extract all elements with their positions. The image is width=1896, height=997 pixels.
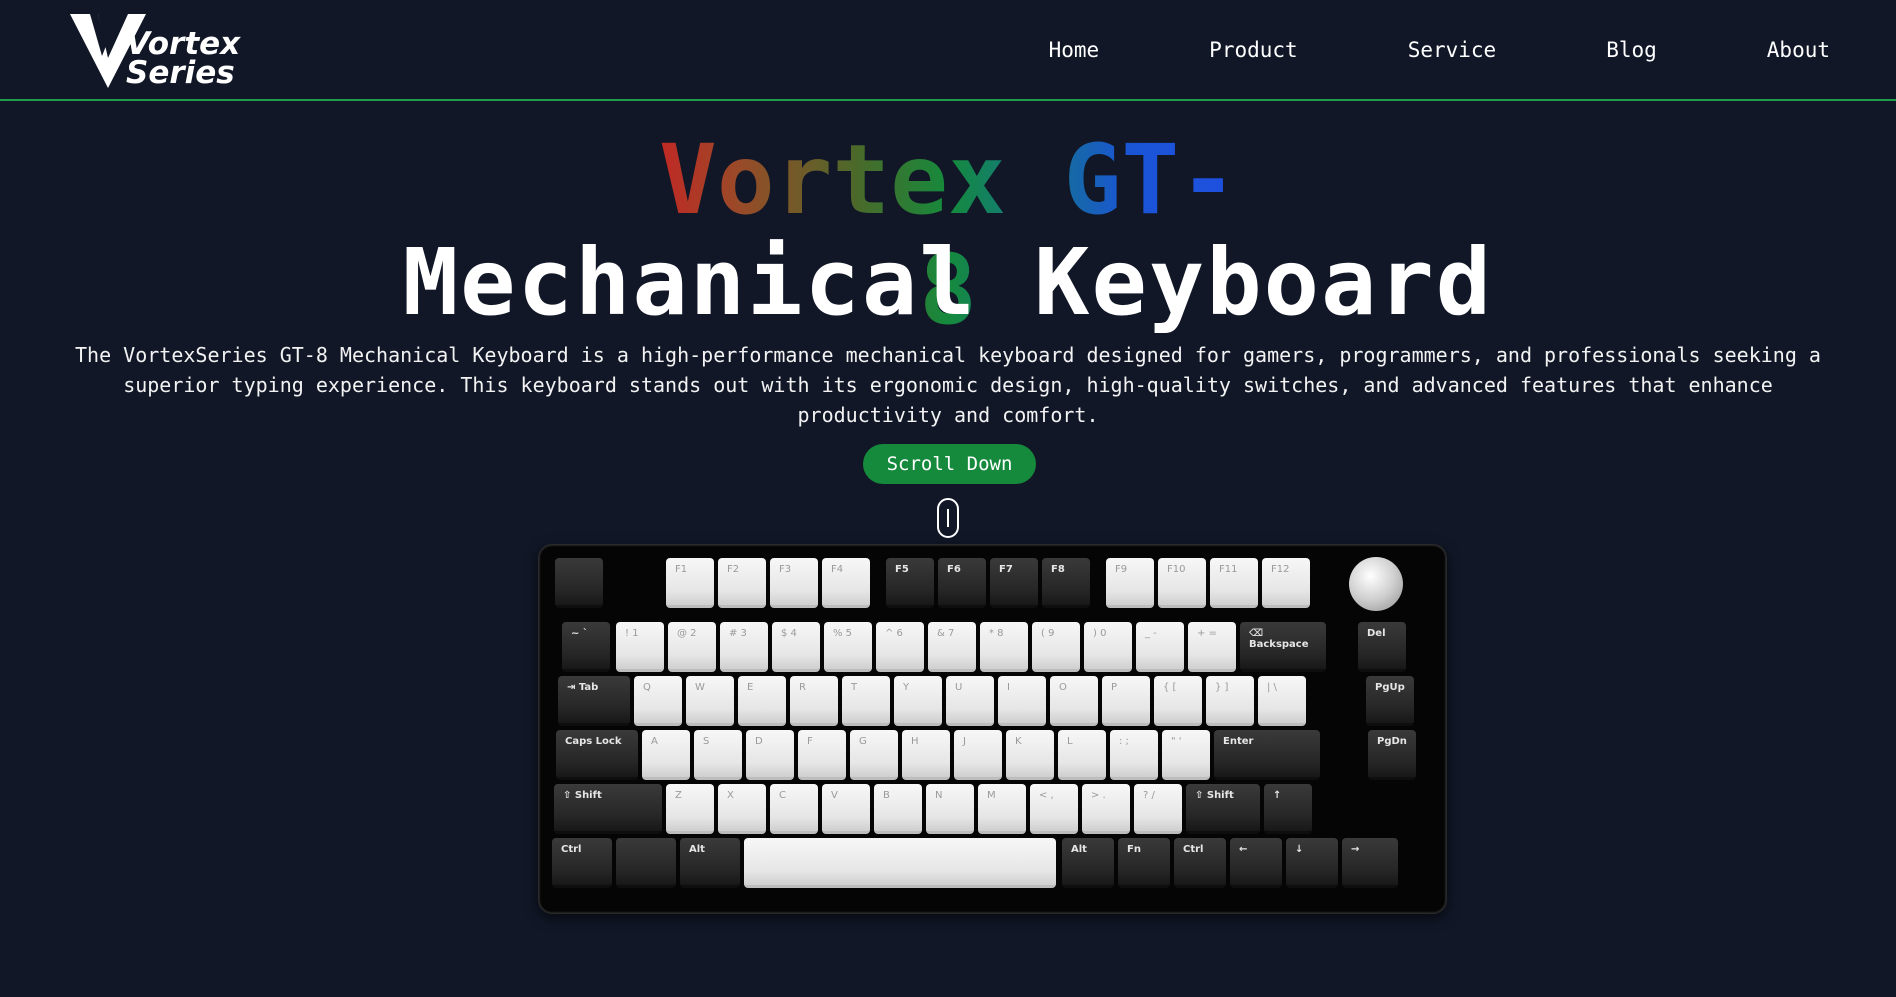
keycap-tab-row: O <box>1050 676 1098 726</box>
keycap-shift-row: < , <box>1030 784 1078 834</box>
keycap-esc-row: F8 <box>1042 558 1090 608</box>
main-nav: Home Product Service Blog About <box>939 38 1830 62</box>
keycap-bottom-row: ← <box>1230 838 1282 888</box>
scroll-down-button[interactable]: Scroll Down <box>863 444 1036 484</box>
keycap-tab-row: ⇥ Tab <box>558 676 630 726</box>
keycap-shift-row: ⇧ Shift <box>1186 784 1260 834</box>
keycap-tab-row: P <box>1102 676 1150 726</box>
keycap-esc-row: F3 <box>770 558 818 608</box>
keycap-tab-row: W <box>686 676 734 726</box>
keycap-shift-row: ⇧ Shift <box>554 784 662 834</box>
keycap-num-row: ! 1 <box>616 622 664 672</box>
keycap-caps-row: L <box>1058 730 1106 780</box>
keycap-shift-row: X <box>718 784 766 834</box>
keycap-esc-row: F7 <box>990 558 1038 608</box>
keycap-num-row: & 7 <box>928 622 976 672</box>
keycap-esc-row: F12 <box>1262 558 1310 608</box>
keycap-num-row: % 5 <box>824 622 872 672</box>
keycap-num-row: * 8 <box>980 622 1028 672</box>
keycap-esc-row: F2 <box>718 558 766 608</box>
keycap-tab-row: { [ <box>1154 676 1202 726</box>
keycap-bottom-row: Fn <box>1118 838 1170 888</box>
keycap-num-row: + = <box>1188 622 1236 672</box>
keycap-caps-row: S <box>694 730 742 780</box>
hero-description: The VortexSeries GT-8 Mechanical Keyboar… <box>75 343 1821 427</box>
keycap-num-row: ~ ` <box>562 622 610 672</box>
keycap-num-row: $ 4 <box>772 622 820 672</box>
keycap-num-row: _ - <box>1136 622 1184 672</box>
nav-home[interactable]: Home <box>1049 38 1100 62</box>
nav-service[interactable]: Service <box>1408 38 1497 62</box>
keycap-bottom-row: Alt <box>1062 838 1114 888</box>
keycap-esc-row: F10 <box>1158 558 1206 608</box>
keycap-tab-row: Y <box>894 676 942 726</box>
keyboard-image: F1 F2 F3 F4 F5 F6 F7 F8 F9 F10 F11 F12 ~ `! 1 @ 2 # 3 $… <box>538 544 1447 914</box>
keycap-tab-row: E <box>738 676 786 726</box>
nav-blog[interactable]: Blog <box>1606 38 1657 62</box>
keycap-bottom-row: ↓ <box>1286 838 1338 888</box>
keycap-esc-row: F1 <box>666 558 714 608</box>
keycap-tab-row: } ] <box>1206 676 1254 726</box>
keycap-shift-row: B <box>874 784 922 834</box>
keycap-shift-row: Z <box>666 784 714 834</box>
keycap-bottom-row: Ctrl <box>552 838 612 888</box>
keycap-tab-row: PgUp <box>1366 676 1414 726</box>
volume-knob <box>1349 557 1403 611</box>
site-header: Vortex Series Home Product Service Blog … <box>0 0 1896 101</box>
keycap-tab-row: | \ <box>1258 676 1306 726</box>
keycap-caps-row: F <box>798 730 846 780</box>
keycap-caps-row: Enter <box>1214 730 1320 780</box>
keycap-bottom-row: Alt <box>680 838 740 888</box>
keycap-num-row: ) 0 <box>1084 622 1132 672</box>
keycap-bottom-row: Ctrl <box>1174 838 1226 888</box>
scroll-mouse-icon <box>937 498 959 538</box>
keycap-num-row: # 3 <box>720 622 768 672</box>
logo-text: Vortex Series <box>126 26 241 91</box>
keycap-tab-row: I <box>998 676 1046 726</box>
hero-title: Mechanical Keyboard <box>402 229 1494 336</box>
keycap-num-row: ( 9 <box>1032 622 1080 672</box>
keycap-tab-row: T <box>842 676 890 726</box>
keycap-caps-row: D <box>746 730 794 780</box>
keycap-caps-row: H <box>902 730 950 780</box>
keycap-esc-row: F11 <box>1210 558 1258 608</box>
keycap-shift-row: C <box>770 784 818 834</box>
keycap-caps-row: PgDn <box>1368 730 1416 780</box>
keycap-num-row: ⌫ Backspace <box>1240 622 1326 672</box>
keycap-num-row: Del <box>1358 622 1406 672</box>
keycap-bottom-row: → <box>1342 838 1398 888</box>
nav-product[interactable]: Product <box>1209 38 1298 62</box>
keycap-num-row: ^ 6 <box>876 622 924 672</box>
vortex-series-logo[interactable]: Vortex Series <box>68 10 241 91</box>
keycap-shift-row: V <box>822 784 870 834</box>
keycap-caps-row: A <box>642 730 690 780</box>
keycap-tab-row: Q <box>634 676 682 726</box>
keycap-num-row: @ 2 <box>668 622 716 672</box>
keycap-shift-row: ↑ <box>1264 784 1312 834</box>
keycap-caps-row: G <box>850 730 898 780</box>
keycap-shift-row: ? / <box>1134 784 1182 834</box>
keycap-esc-row: F4 <box>822 558 870 608</box>
keycap-esc-row: F6 <box>938 558 986 608</box>
keycap-bottom-row <box>616 838 676 888</box>
keycap-tab-row: R <box>790 676 838 726</box>
keycap-esc-row: F9 <box>1106 558 1154 608</box>
keycap-shift-row: M <box>978 784 1026 834</box>
keycap-tab-row: U <box>946 676 994 726</box>
keycap-caps-row: J <box>954 730 1002 780</box>
keycap-caps-row: " ' <box>1162 730 1210 780</box>
keycap-caps-row: Caps Lock <box>556 730 638 780</box>
keycap-shift-row: N <box>926 784 974 834</box>
keycap-caps-row: : ; <box>1110 730 1158 780</box>
keycap-shift-row: > . <box>1082 784 1130 834</box>
keycap-esc-row <box>555 558 603 608</box>
keycap-bottom-row <box>744 838 1056 888</box>
keycap-caps-row: K <box>1006 730 1054 780</box>
keycap-esc-row: F5 <box>886 558 934 608</box>
nav-about[interactable]: About <box>1767 38 1830 62</box>
